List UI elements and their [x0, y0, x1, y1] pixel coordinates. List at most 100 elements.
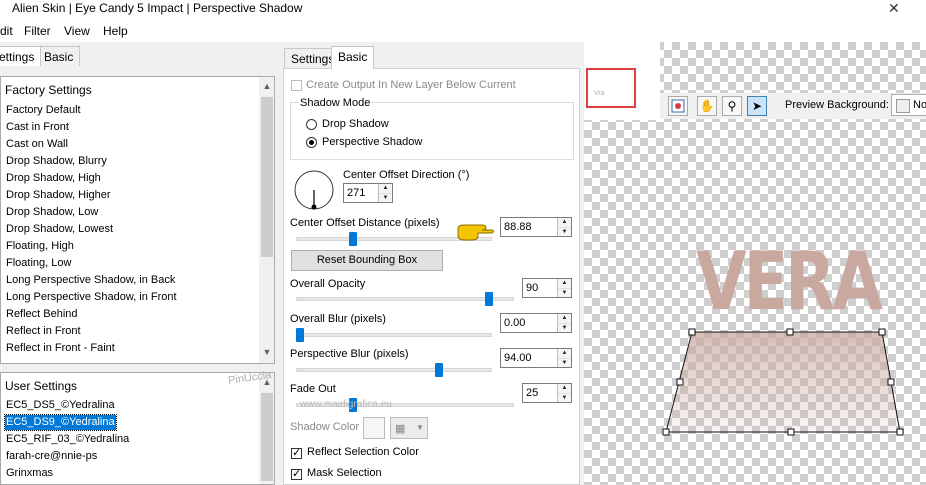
- shadow-mode-label: Shadow Mode: [298, 97, 373, 109]
- spin-up-icon[interactable]: ▲: [558, 384, 571, 393]
- menu-filter[interactable]: Filter: [24, 24, 51, 38]
- zoom-tool-icon[interactable]: ⚲: [722, 96, 742, 116]
- list-item[interactable]: Long Perspective Shadow, in Front: [5, 290, 178, 305]
- title-bar: Alien Skin | Eye Candy 5 Impact | Perspe…: [0, 0, 926, 20]
- overall-opacity-slider[interactable]: [485, 292, 493, 306]
- select-tool-icon[interactable]: ➤: [747, 96, 767, 116]
- list-item[interactable]: Factory Default: [5, 103, 82, 118]
- preview-background-value: No: [913, 99, 926, 111]
- overall-opacity-track[interactable]: [296, 297, 514, 301]
- spin-up-icon[interactable]: ▲: [379, 184, 392, 193]
- list-item[interactable]: Grinxmas: [5, 466, 54, 481]
- create-output-label: Create Output In New Layer Below Current: [306, 79, 516, 91]
- scroll-down-icon[interactable]: ▼: [260, 347, 274, 357]
- direction-dial[interactable]: [293, 169, 335, 211]
- scroll-up-icon[interactable]: ▲: [260, 81, 274, 91]
- pointing-hand-icon: [457, 224, 494, 241]
- list-item[interactable]: farah-cre@nnie-ps: [5, 449, 98, 464]
- overall-blur-spinner[interactable]: 0.00 ▲ ▼: [500, 313, 572, 333]
- tab-settings-left[interactable]: ettings: [0, 46, 42, 66]
- list-item[interactable]: EC5_RIF_03_©Yedralina: [5, 432, 130, 447]
- list-item[interactable]: Cast on Wall: [5, 137, 69, 152]
- user-settings-header: User Settings: [5, 379, 78, 393]
- swatch-icon: [896, 99, 910, 113]
- preview-background-select[interactable]: No: [891, 94, 926, 116]
- list-item[interactable]: Drop Shadow, Blurry: [5, 154, 108, 169]
- menu-view[interactable]: View: [64, 24, 90, 38]
- overall-blur-value: 0.00: [504, 317, 526, 329]
- reset-bounding-box-button[interactable]: Reset Bounding Box: [291, 250, 443, 271]
- fade-out-spinner[interactable]: 25 ▲ ▼: [522, 383, 572, 403]
- shadow-color-swatch[interactable]: [363, 417, 385, 439]
- fade-out-value: 25: [526, 387, 539, 399]
- center-offset-direction-value: 271: [347, 187, 366, 199]
- list-item[interactable]: Reflect in Front: [5, 324, 82, 339]
- overall-blur-slider[interactable]: [296, 328, 304, 342]
- perspective-blur-slider[interactable]: [435, 363, 444, 377]
- perspective-blur-value: 94.00: [504, 352, 532, 364]
- list-item[interactable]: EC5_DS5_©Yedralina: [5, 398, 116, 413]
- center-offset-distance-spinner[interactable]: 88.88 ▲ ▼: [500, 217, 572, 237]
- menu-edit[interactable]: dit: [0, 24, 13, 38]
- overall-opacity-label: Overall Opacity: [290, 278, 366, 290]
- hand-tool-icon[interactable]: ✋: [697, 96, 717, 116]
- basic-panel: Create Output In New Layer Below Current…: [283, 68, 580, 485]
- perspective-blur-label: Perspective Blur (pixels): [290, 348, 409, 360]
- center-offset-direction-label: Center Offset Direction (°): [343, 169, 470, 181]
- tab-basic[interactable]: Basic: [331, 46, 375, 69]
- list-item[interactable]: Reflect in Front - Faint: [5, 341, 116, 356]
- list-item[interactable]: Drop Shadow, Lowest: [5, 222, 114, 237]
- list-item[interactable]: Drop Shadow, High: [5, 171, 102, 186]
- perspective-blur-track[interactable]: [296, 368, 492, 372]
- spin-up-icon[interactable]: ▲: [558, 279, 571, 288]
- scroll-thumb[interactable]: [261, 97, 273, 257]
- fade-out-label: Fade Out: [290, 383, 336, 395]
- navigator-tool-icon[interactable]: [668, 96, 688, 116]
- center-offset-distance-value: 88.88: [504, 221, 532, 233]
- spin-up-icon[interactable]: ▲: [558, 218, 571, 227]
- user-settings-list: User Settings EC5_DS5_©Yedralina EC5_DS9_…: [0, 372, 275, 485]
- spin-down-icon[interactable]: ▼: [379, 193, 392, 203]
- spin-down-icon[interactable]: ▼: [558, 323, 571, 333]
- watermark-url: www.maidigrafica.eu: [300, 399, 392, 410]
- scroll-thumb[interactable]: [261, 393, 273, 481]
- list-item[interactable]: Long Perspective Shadow, in Back: [5, 273, 176, 288]
- list-item[interactable]: Floating, Low: [5, 256, 72, 271]
- perspective-shadow-radio[interactable]: [306, 137, 317, 148]
- tab-basic-left[interactable]: Basic: [37, 46, 81, 66]
- reflect-selection-color-checkbox[interactable]: [291, 446, 302, 459]
- list-item[interactable]: Cast in Front: [5, 120, 70, 135]
- menu-bar: dit Filter View Help: [0, 20, 926, 42]
- perspective-blur-spinner[interactable]: 94.00 ▲ ▼: [500, 348, 572, 368]
- list-item[interactable]: Drop Shadow, Low: [5, 205, 99, 220]
- spin-up-icon[interactable]: ▲: [558, 349, 571, 358]
- center-offset-direction-spinner[interactable]: 271 ▲ ▼: [343, 183, 393, 203]
- overall-blur-track[interactable]: [296, 333, 492, 337]
- menu-help[interactable]: Help: [103, 24, 128, 38]
- create-output-checkbox[interactable]: [291, 80, 302, 91]
- center-offset-distance-slider[interactable]: [348, 232, 357, 246]
- list-item[interactable]: Reflect Behind: [5, 307, 79, 322]
- spin-down-icon[interactable]: ▼: [558, 227, 571, 237]
- window-title: Alien Skin | Eye Candy 5 Impact | Perspe…: [12, 1, 303, 15]
- factory-scrollbar[interactable]: ▲ ▼: [259, 77, 274, 363]
- shadow-color-picker[interactable]: ▦ ▼: [390, 417, 428, 439]
- list-item[interactable]: Floating, High: [5, 239, 75, 254]
- spin-down-icon[interactable]: ▼: [558, 393, 571, 403]
- mask-selection-checkbox[interactable]: [291, 467, 302, 480]
- overall-opacity-value: 90: [526, 282, 539, 294]
- spin-down-icon[interactable]: ▼: [558, 288, 571, 298]
- spin-down-icon[interactable]: ▼: [558, 358, 571, 368]
- spin-up-icon[interactable]: ▲: [558, 314, 571, 323]
- shadow-mode-group: [290, 102, 574, 160]
- list-item[interactable]: EC5_DS9_©Yedralina: [4, 414, 117, 431]
- chevron-down-icon: ▼: [416, 423, 424, 432]
- list-item[interactable]: Drop Shadow, Higher: [5, 188, 112, 203]
- drop-shadow-radio[interactable]: [306, 119, 317, 130]
- overall-blur-label: Overall Blur (pixels): [290, 313, 386, 325]
- center-offset-distance-label: Center Offset Distance (pixels): [290, 217, 440, 229]
- mask-selection-label: Mask Selection: [307, 467, 382, 479]
- close-icon[interactable]: ✕: [888, 0, 900, 17]
- user-scrollbar[interactable]: ▲: [259, 373, 274, 484]
- overall-opacity-spinner[interactable]: 90 ▲ ▼: [522, 278, 572, 298]
